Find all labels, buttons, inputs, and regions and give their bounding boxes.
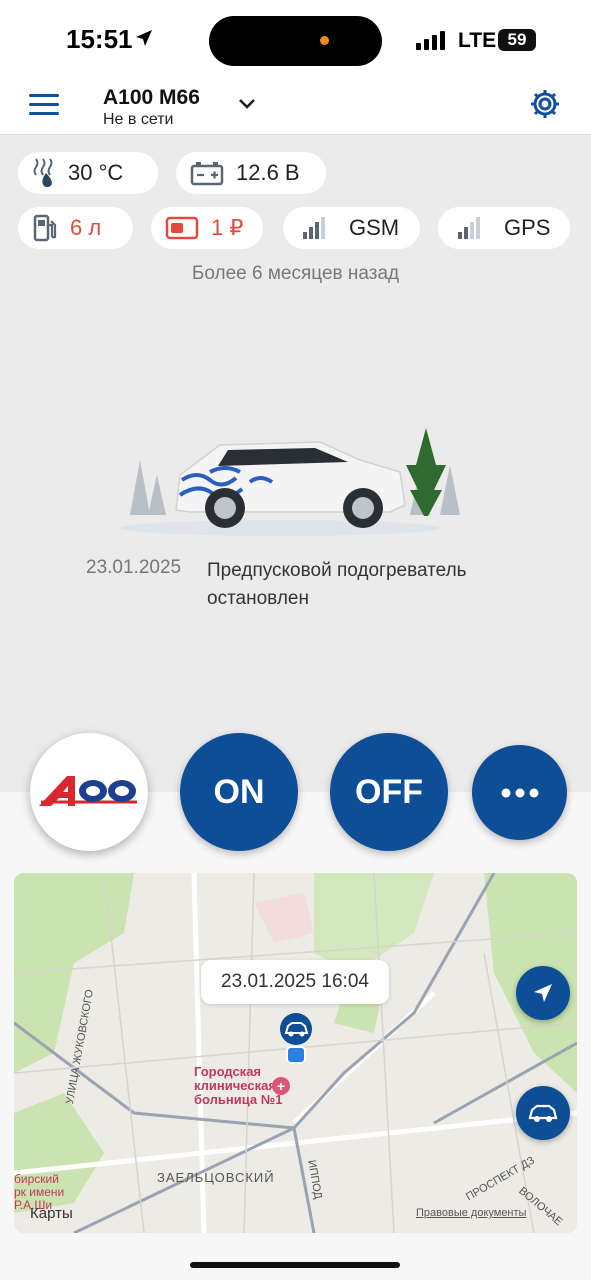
map-view[interactable]: Городская клиническая больница №1 + ЗАЕЛЬЦ… — [14, 873, 577, 1233]
home-indicator[interactable] — [190, 1262, 400, 1268]
a100-logo-icon — [39, 776, 137, 806]
car-icon — [528, 1104, 558, 1122]
voltage-value: 12.6 В — [236, 160, 300, 185]
fuel-pump-icon — [32, 213, 58, 243]
maps-attribution: Карты — [30, 1205, 73, 1222]
event-text: Предпусковой подогреватель остановлен — [207, 560, 467, 609]
navigation-arrow-icon — [534, 984, 552, 1002]
gsm-chip[interactable]: GSM — [283, 207, 420, 249]
battery-icon — [190, 160, 224, 186]
event-date: 23.01.2025 — [86, 557, 182, 578]
gps-label: GPS — [504, 215, 551, 240]
engine-temperature-icon — [32, 157, 56, 189]
chevron-down-icon[interactable] — [237, 94, 257, 114]
gsm-signal-icon — [303, 217, 327, 239]
my-location-button[interactable] — [516, 966, 570, 1020]
off-button[interactable]: OFF — [330, 733, 448, 851]
app-header — [0, 82, 591, 135]
on-button[interactable]: ON — [180, 733, 298, 851]
car-location-marker-icon[interactable] — [278, 1011, 314, 1065]
vehicle-name[interactable]: А100 М66 — [103, 86, 200, 110]
map-poi-hospital: Городская клиническая больница №1 — [194, 1064, 283, 1107]
vehicle-status: Не в сети — [103, 111, 174, 128]
gsm-label: GSM — [349, 215, 400, 240]
last-update-text: Более 6 месяцев назад — [191, 263, 400, 284]
status-time: 15:51 — [66, 24, 133, 54]
gps-chip[interactable]: GPS — [438, 207, 570, 249]
brand-logo-button[interactable] — [30, 733, 148, 851]
privacy-indicator — [320, 36, 329, 45]
map-timestamp: 23.01.2025 16:04 — [201, 960, 389, 1004]
more-dots-icon — [501, 788, 538, 797]
fuel-value: 6 л — [70, 215, 102, 240]
temperature-value: 30 °C — [68, 160, 124, 185]
more-button[interactable] — [472, 745, 567, 840]
balance-chip[interactable]: 1 ₽ — [151, 207, 263, 249]
dynamic-island — [209, 16, 382, 66]
legal-link[interactable]: Правовые документы — [416, 1207, 526, 1219]
car-illustration — [120, 428, 460, 536]
temperature-chip[interactable]: 30 °C — [18, 152, 158, 194]
battery-indicator: 59 — [498, 29, 536, 51]
menu-icon[interactable] — [29, 94, 59, 116]
gps-signal-icon — [458, 217, 482, 239]
signal-icon — [416, 31, 445, 50]
gear-icon[interactable] — [528, 87, 562, 121]
map-label-district: ЗАЕЛЬЦОВСКИЙ — [157, 1170, 275, 1185]
network-type: LTE — [458, 29, 497, 52]
sim-card-icon — [165, 215, 199, 241]
location-arrow-icon — [136, 30, 152, 46]
balance-value: 1 ₽ — [211, 215, 244, 240]
show-car-button[interactable] — [516, 1086, 570, 1140]
voltage-chip[interactable]: 12.6 В — [176, 152, 326, 194]
fuel-chip[interactable]: 6 л — [18, 207, 133, 249]
hospital-icon: + — [272, 1077, 290, 1095]
